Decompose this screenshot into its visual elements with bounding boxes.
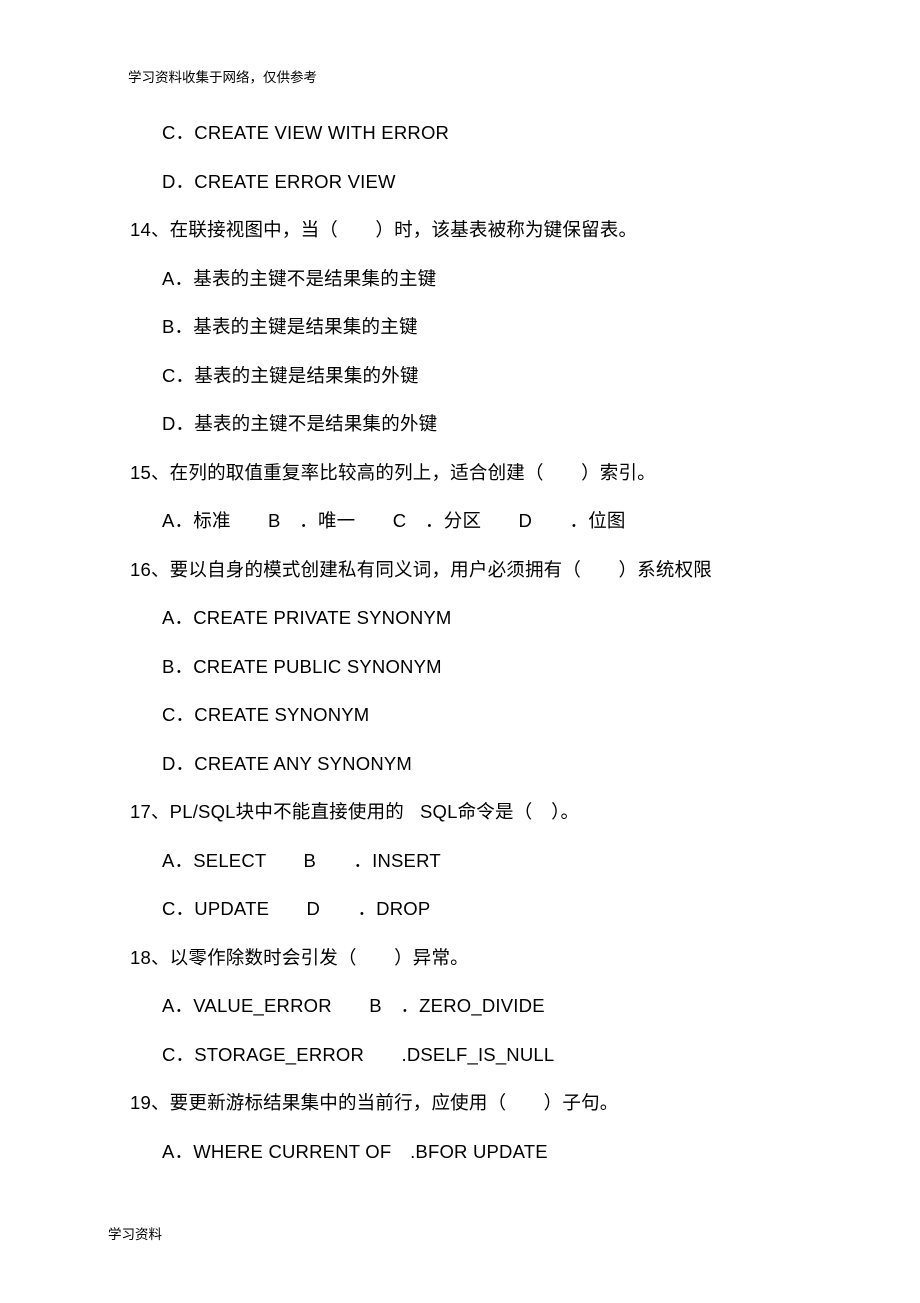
q19-options: A．WHERE CURRENT OF .BFOR UPDATE [130, 1143, 790, 1162]
q14-stem: 14、在联接视图中，当（ ）时，该基表被称为键保留表。 [130, 221, 790, 240]
q15-options: A．标准 B ．唯一 C ．分区 D ．位图 [130, 512, 790, 531]
q18-options-ab: A．VALUE_ERROR B ．ZERO_DIVIDE [130, 997, 790, 1016]
q18-options-cd: C．STORAGE_ERROR .DSELF_IS_NULL [130, 1046, 790, 1065]
q16-option-a: A．CREATE PRIVATE SYNONYM [130, 609, 790, 628]
q17-options-ab: A．SELECT B ．INSERT [130, 852, 790, 871]
q17-stem: 17、PL/SQL块中不能直接使用的 SQL命令是（ ）。 [130, 803, 790, 822]
document-body: C．CREATE VIEW WITH ERROR D．CREATE ERROR … [130, 124, 790, 1191]
q13-option-d: D．CREATE ERROR VIEW [130, 173, 790, 192]
q16-option-b: B．CREATE PUBLIC SYNONYM [130, 658, 790, 677]
q14-option-a: A．基表的主键不是结果集的主键 [130, 270, 790, 289]
q13-option-c: C．CREATE VIEW WITH ERROR [130, 124, 790, 143]
page-header: 学习资料收集于网络，仅供参考 [128, 66, 317, 86]
q19-stem: 19、要更新游标结果集中的当前行，应使用（ ）子句。 [130, 1094, 790, 1113]
q14-option-b: B．基表的主键是结果集的主键 [130, 318, 790, 337]
q18-stem: 18、以零作除数时会引发（ ）异常。 [130, 949, 790, 968]
q14-option-d: D．基表的主键不是结果集的外键 [130, 415, 790, 434]
q14-option-c: C．基表的主键是结果集的外键 [130, 367, 790, 386]
q15-stem: 15、在列的取值重复率比较高的列上，适合创建（ ）索引。 [130, 464, 790, 483]
q16-option-d: D．CREATE ANY SYNONYM [130, 755, 790, 774]
page-footer: 学习资料 [108, 1223, 162, 1243]
q17-options-cd: C．UPDATE D ．DROP [130, 900, 790, 919]
q16-stem: 16、要以自身的模式创建私有同义词，用户必须拥有（ ）系统权限 [130, 561, 790, 580]
q16-option-c: C．CREATE SYNONYM [130, 706, 790, 725]
